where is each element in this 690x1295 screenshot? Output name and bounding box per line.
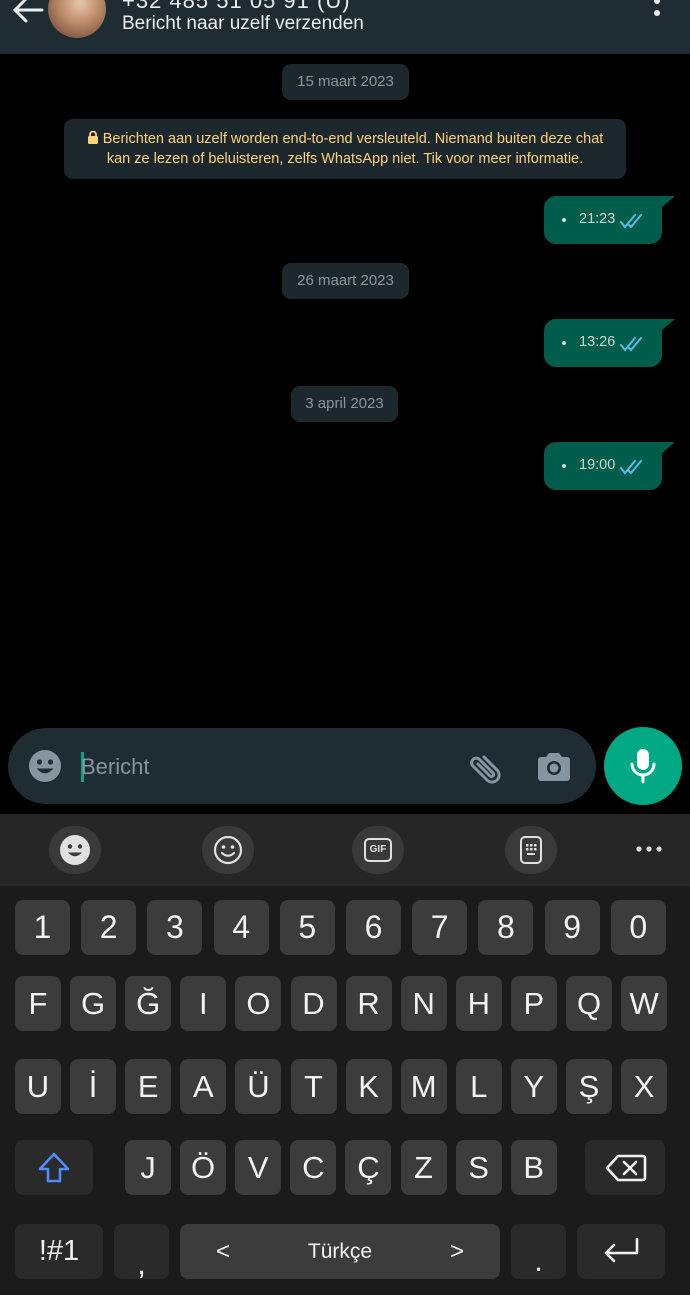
emoji-face-icon[interactable] <box>49 826 101 874</box>
key-L[interactable]: L <box>455 1059 502 1114</box>
shift-key[interactable] <box>15 1140 93 1195</box>
arrow-left-icon[interactable] <box>10 0 46 26</box>
date-chip: 3 april 2023 <box>291 386 398 422</box>
key-S[interactable]: S <box>455 1140 502 1195</box>
key-K[interactable]: K <box>345 1059 392 1114</box>
space-language-label: Türkçe <box>307 1240 373 1263</box>
message-text <box>562 218 566 222</box>
shift-arrow-icon <box>38 1152 70 1183</box>
key-T[interactable]: T <box>290 1059 337 1114</box>
key-5[interactable]: 5 <box>279 900 335 955</box>
key-P[interactable]: P <box>510 976 557 1031</box>
period-key[interactable]: . <box>511 1224 566 1279</box>
key-O[interactable]: O <box>235 976 282 1031</box>
message-bubble[interactable]: 21:23 <box>544 196 675 244</box>
space-key[interactable]: < Türkçe > <box>180 1224 500 1279</box>
key-A[interactable]: A <box>180 1059 227 1114</box>
key-Ş[interactable]: Ş <box>566 1059 612 1114</box>
key-I[interactable]: I <box>180 976 227 1031</box>
key-9[interactable]: 9 <box>544 900 600 955</box>
camera-icon[interactable] <box>534 750 574 784</box>
backspace-key[interactable] <box>585 1140 665 1195</box>
key-N[interactable]: N <box>400 976 447 1031</box>
key-0[interactable]: 0 <box>610 900 666 955</box>
key-H[interactable]: H <box>455 976 502 1031</box>
chat-area[interactable]: 15 maart 2023 Berichten aan uzelf worden… <box>0 54 690 724</box>
enter-key[interactable] <box>577 1224 665 1279</box>
key-V[interactable]: V <box>235 1140 282 1195</box>
key-Ö[interactable]: Ö <box>180 1140 227 1195</box>
key-W[interactable]: W <box>621 976 668 1031</box>
more-icon[interactable] <box>636 836 662 862</box>
key-7[interactable]: 7 <box>412 900 468 955</box>
key-İ[interactable]: İ <box>70 1059 117 1114</box>
key-J[interactable]: J <box>125 1140 171 1195</box>
gif-label: GIF <box>369 844 387 855</box>
microphone-icon <box>630 749 656 784</box>
key-3[interactable]: 3 <box>147 900 203 955</box>
double-check-icon <box>620 337 642 352</box>
key-4[interactable]: 4 <box>213 900 269 955</box>
key-M[interactable]: M <box>400 1059 447 1114</box>
key-6[interactable]: 6 <box>346 900 401 955</box>
symbols-key[interactable]: !#1 <box>15 1224 103 1279</box>
double-check-icon <box>620 214 642 229</box>
key-X[interactable]: X <box>621 1059 668 1114</box>
key-Z[interactable]: Z <box>400 1140 447 1195</box>
key-C[interactable]: C <box>290 1140 337 1195</box>
key-R[interactable]: R <box>345 976 392 1031</box>
lock-icon <box>87 131 98 144</box>
key-F[interactable]: F <box>15 976 61 1031</box>
key-Ü[interactable]: Ü <box>235 1059 282 1114</box>
sticker-icon[interactable] <box>202 826 254 874</box>
key-D[interactable]: D <box>290 976 337 1031</box>
gif-button[interactable]: GIF <box>352 826 404 874</box>
key-1[interactable]: 1 <box>15 900 70 955</box>
key-U[interactable]: U <box>15 1059 61 1114</box>
key-Ç[interactable]: Ç <box>345 1140 392 1195</box>
message-input[interactable] <box>81 750 441 784</box>
vertical-dots-icon[interactable] <box>652 0 662 22</box>
contact-name[interactable]: +32 485 51 05 91 (U) <box>122 0 351 14</box>
paperclip-icon[interactable] <box>461 748 501 786</box>
chat-header: +32 485 51 05 91 (U) Bericht naar uzelf … <box>0 0 690 54</box>
key-2[interactable]: 2 <box>81 900 137 955</box>
message-text <box>562 464 566 468</box>
contact-subtitle[interactable]: Bericht naar uzelf verzenden <box>122 13 364 35</box>
message-time: 21:23 <box>579 211 616 227</box>
backspace-icon <box>605 1154 647 1182</box>
date-chip: 26 maart 2023 <box>282 263 409 299</box>
space-right-arrow: > <box>449 1238 464 1265</box>
message-time: 13:26 <box>579 334 616 350</box>
key-Q[interactable]: Q <box>566 976 612 1031</box>
encryption-notice-text: Berichten aan uzelf worden end-to-end ve… <box>102 131 604 167</box>
double-check-icon <box>620 460 642 475</box>
message-text <box>562 341 566 345</box>
keyboard: GIF 1234567890 FGĞIODRNHPQW UİEAÜTKMLYŞX JÖ… <box>0 814 690 1295</box>
emoji-icon[interactable] <box>28 749 62 783</box>
key-B[interactable]: B <box>510 1140 557 1195</box>
encryption-notice[interactable]: Berichten aan uzelf worden end-to-end ve… <box>64 119 626 179</box>
keyboard-toolbar: GIF <box>0 814 690 886</box>
key-Ğ[interactable]: Ğ <box>125 976 172 1031</box>
avatar[interactable] <box>48 0 106 38</box>
enter-icon <box>604 1237 639 1263</box>
comma-key[interactable]: , <box>114 1224 169 1281</box>
message-bubble[interactable]: 13:26 <box>544 319 675 367</box>
key-G[interactable]: G <box>70 976 117 1031</box>
message-composer <box>8 728 596 804</box>
space-left-arrow: < <box>216 1238 231 1265</box>
microphone-button[interactable] <box>604 727 682 805</box>
keypad-icon[interactable] <box>505 826 557 874</box>
date-chip: 15 maart 2023 <box>282 64 409 100</box>
key-E[interactable]: E <box>125 1059 172 1114</box>
message-bubble[interactable]: 19:00 <box>544 442 675 490</box>
key-8[interactable]: 8 <box>478 900 534 955</box>
key-Y[interactable]: Y <box>510 1059 557 1114</box>
message-time: 19:00 <box>579 457 616 473</box>
